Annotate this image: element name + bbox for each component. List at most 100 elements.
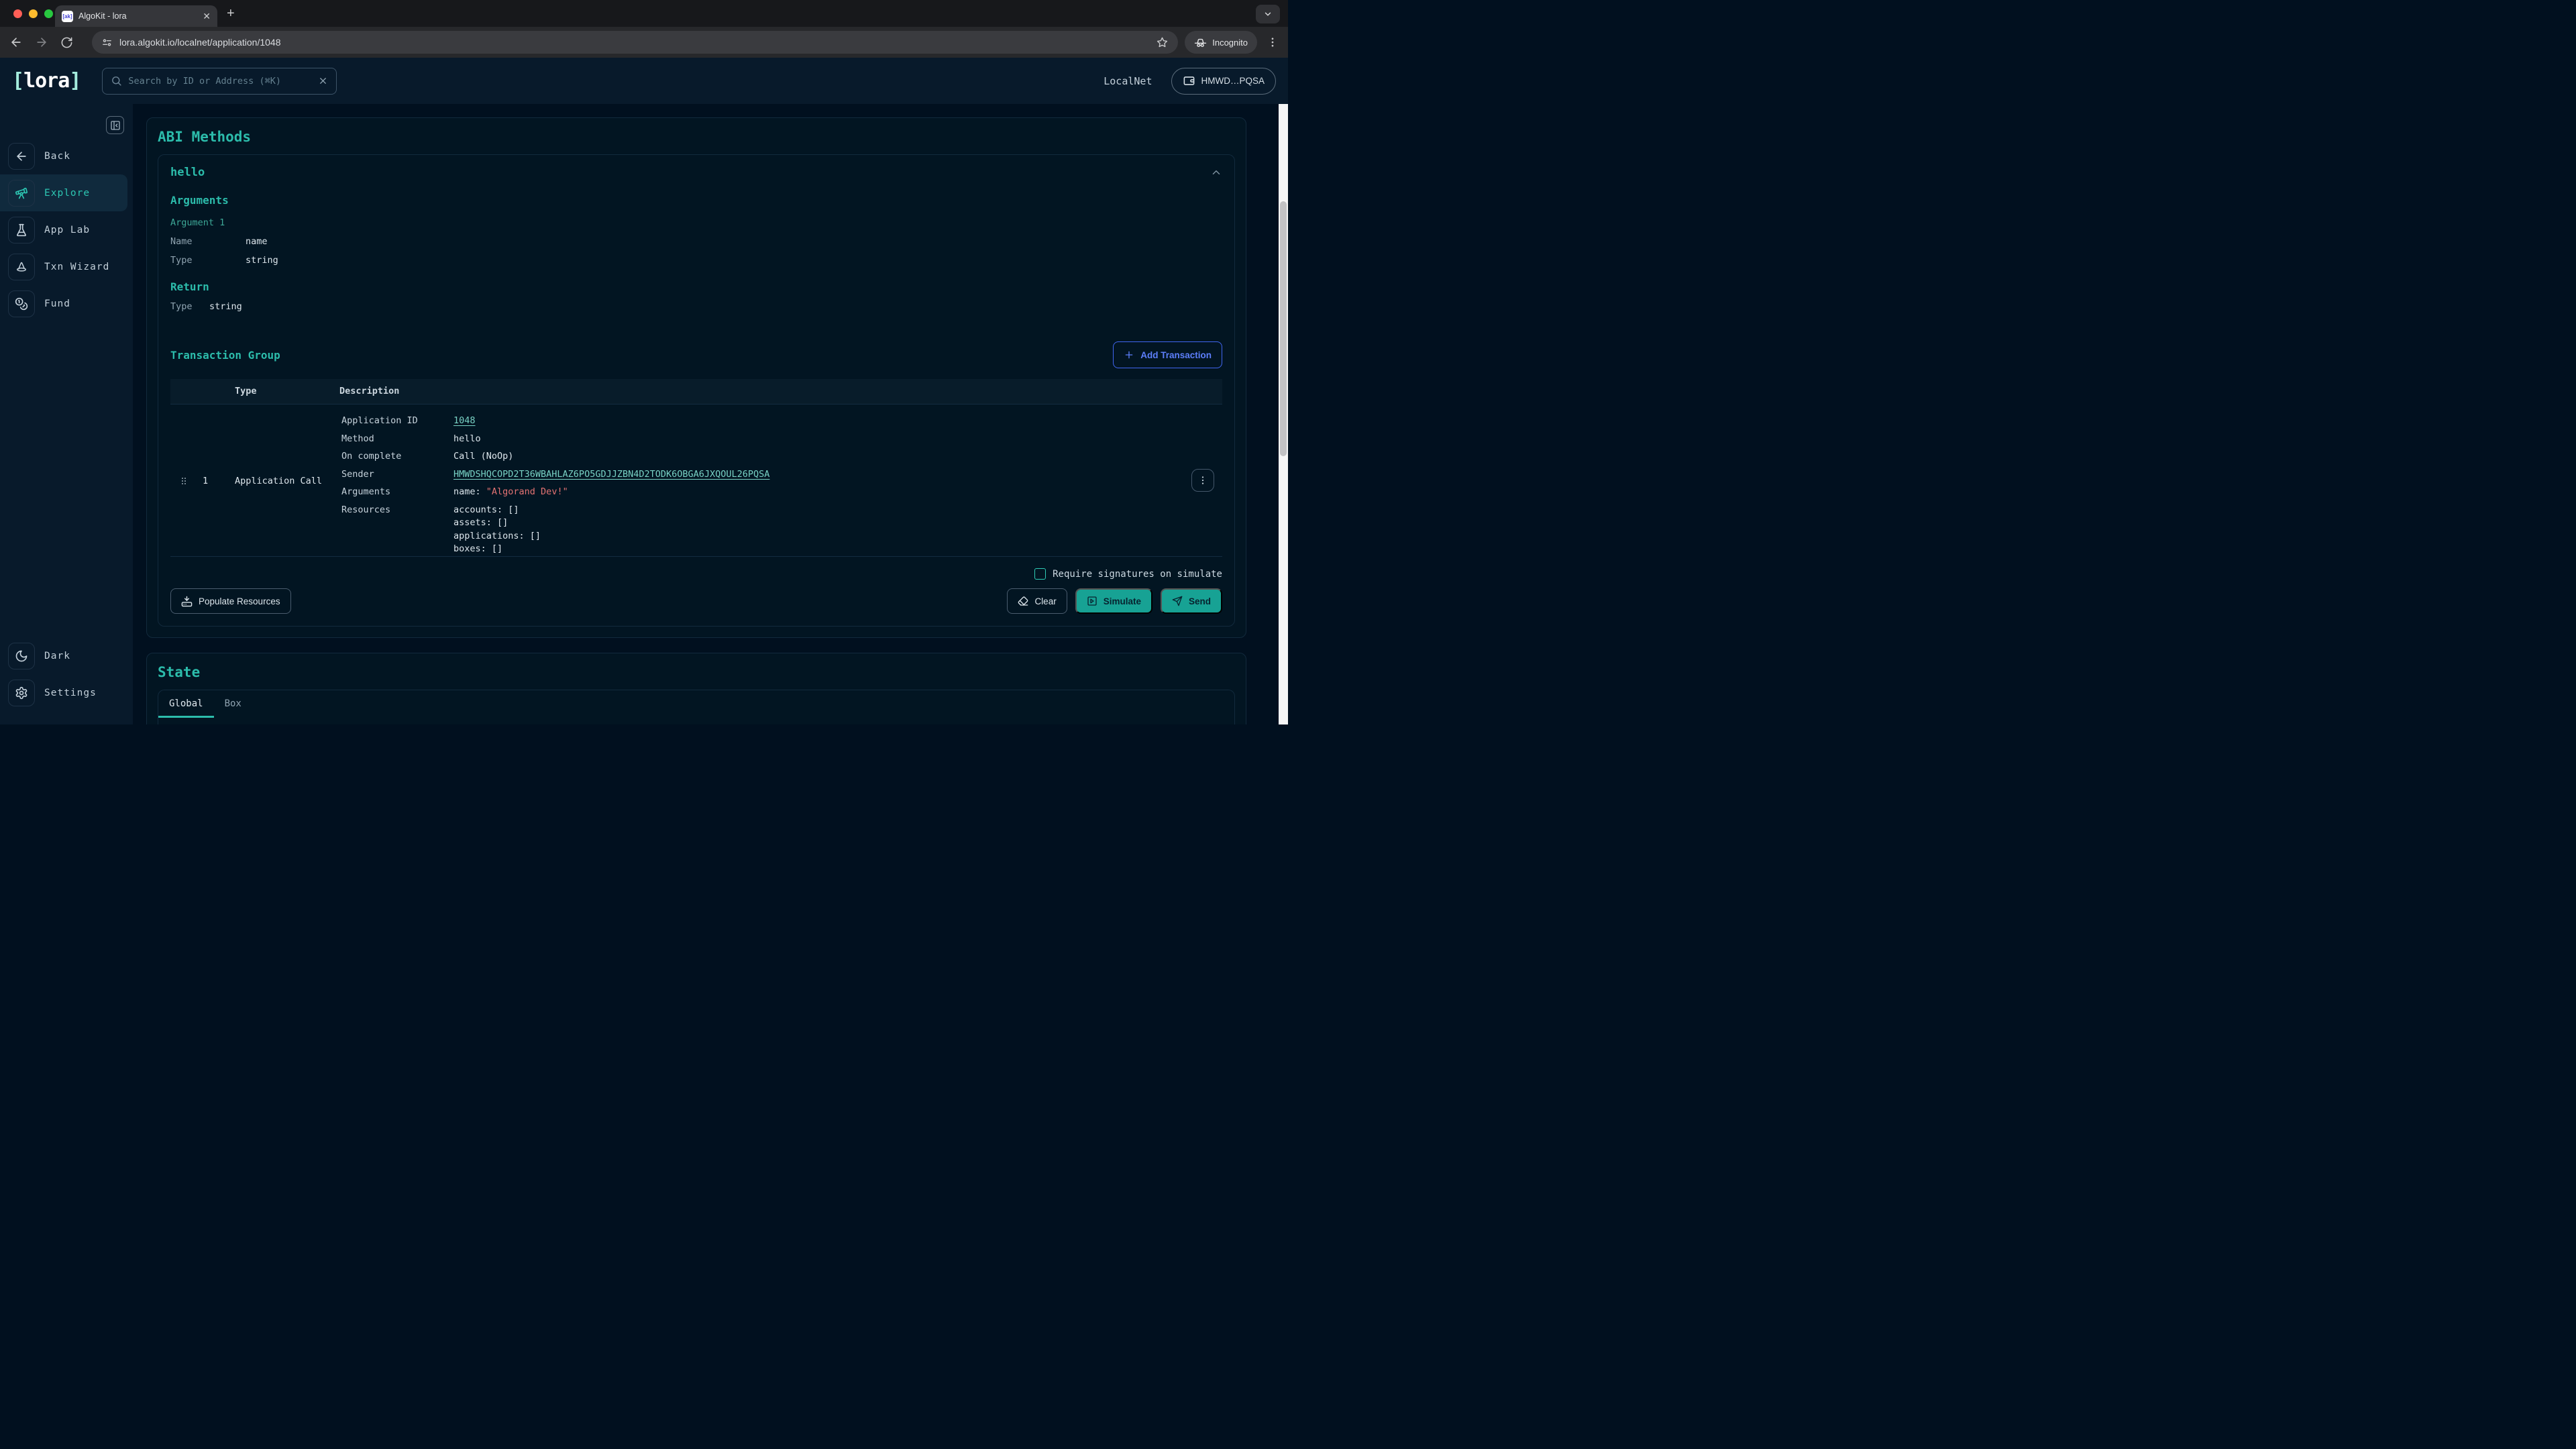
sidebar-item-label: Back xyxy=(44,151,70,162)
tab-search-button[interactable] xyxy=(1256,5,1280,23)
coins-icon xyxy=(8,290,35,317)
search-icon xyxy=(111,75,122,87)
browser-menu-icon[interactable] xyxy=(1267,36,1279,48)
search-box[interactable] xyxy=(102,68,337,95)
row-value: string xyxy=(246,255,278,266)
row-index: 1 xyxy=(203,476,208,486)
clear-search-icon[interactable] xyxy=(318,76,328,86)
bookmark-star-icon[interactable] xyxy=(1156,36,1169,49)
logo-text: lora xyxy=(23,69,69,93)
transaction-table: Type Description 1 Application Call Appl… xyxy=(170,379,1222,557)
search-input[interactable] xyxy=(128,76,312,87)
page-scrollbar[interactable] xyxy=(1279,104,1288,724)
flask-icon xyxy=(8,217,35,244)
sidebar-item-fund[interactable]: Fund xyxy=(0,285,127,322)
field-label: On complete xyxy=(341,451,453,463)
sidebar-item-label: Explore xyxy=(44,188,90,199)
field-label: Arguments xyxy=(341,486,453,498)
row-value: string xyxy=(209,301,242,312)
simulate-button[interactable]: Simulate xyxy=(1075,588,1152,614)
row-menu-button[interactable] xyxy=(1191,469,1214,492)
wallet-address: HMWD…PQSA xyxy=(1201,76,1265,86)
logo-close-bracket: ] xyxy=(69,69,80,93)
add-transaction-button[interactable]: Add Transaction xyxy=(1113,341,1222,368)
browser-tab[interactable]: [ak] AlgoKit - lora ✕ xyxy=(55,5,217,27)
forward-icon[interactable] xyxy=(35,36,48,49)
populate-resources-button[interactable]: Populate Resources xyxy=(170,588,291,614)
field-arguments: Arguments name: "Algorand Dev!" xyxy=(341,486,1135,498)
minimize-window-button[interactable] xyxy=(29,9,38,18)
square-play-icon xyxy=(1087,596,1097,606)
require-signatures-label: Require signatures on simulate xyxy=(1053,569,1222,580)
field-value: hello xyxy=(453,433,481,445)
sidebar-item-label: Fund xyxy=(44,299,70,309)
clear-button[interactable]: Clear xyxy=(1007,588,1067,614)
incognito-icon xyxy=(1194,36,1207,49)
send-button[interactable]: Send xyxy=(1161,588,1222,614)
method-card-hello: hello Arguments Argument 1 Name name Typ… xyxy=(158,154,1235,627)
chevron-up-icon[interactable] xyxy=(1210,166,1222,178)
sidebar-item-app-lab[interactable]: App Lab xyxy=(0,211,127,248)
site-settings-icon[interactable] xyxy=(101,37,113,48)
field-label: Application ID xyxy=(341,415,453,427)
tab-box[interactable]: Box xyxy=(214,690,252,718)
reload-icon[interactable] xyxy=(60,36,73,49)
table-row[interactable]: 1 Application Call Application ID 1048 M… xyxy=(170,405,1222,556)
address-bar[interactable]: lora.algokit.io/localnet/application/104… xyxy=(92,31,1178,54)
sidebar: Back Explore App Lab Txn Wizard xyxy=(0,104,133,724)
url-row: lora.algokit.io/localnet/application/104… xyxy=(0,27,1288,58)
wizard-hat-icon xyxy=(8,254,35,280)
back-icon[interactable] xyxy=(9,36,23,49)
row-value: name xyxy=(246,236,268,247)
sidebar-item-label: Txn Wizard xyxy=(44,262,109,272)
tab-favicon: [ak] xyxy=(62,11,73,22)
clear-label: Clear xyxy=(1034,596,1056,606)
wallet-button[interactable]: HMWD…PQSA xyxy=(1171,68,1277,95)
sidebar-item-txn-wizard[interactable]: Txn Wizard xyxy=(0,248,127,285)
tab-global[interactable]: Global xyxy=(158,690,214,718)
scrollbar-thumb[interactable] xyxy=(1280,201,1287,456)
abi-methods-title: ABI Methods xyxy=(158,129,1235,145)
state-card: State Global Box xyxy=(146,653,1246,724)
more-vertical-icon xyxy=(1197,475,1208,486)
plus-icon xyxy=(1124,350,1134,360)
eraser-icon xyxy=(1018,596,1028,606)
field-label: Sender xyxy=(341,469,453,481)
network-label[interactable]: LocalNet xyxy=(1104,75,1152,87)
drag-handle-icon[interactable] xyxy=(178,475,189,487)
sidebar-item-explore[interactable]: Explore xyxy=(0,174,127,211)
lora-logo[interactable]: [lora] xyxy=(12,69,80,93)
row-label: Name xyxy=(170,236,246,247)
sidebar-item-theme-dark[interactable]: Dark xyxy=(0,637,127,674)
sender-address-link[interactable]: HMWDSHQCOPD2T36WBAHLAZ6PO5GDJJZBN4D2TODK… xyxy=(453,469,769,481)
populate-resources-label: Populate Resources xyxy=(199,596,280,606)
arrow-left-icon xyxy=(8,143,35,170)
row-transaction-type: Application Call xyxy=(235,476,322,486)
sidebar-item-back[interactable]: Back xyxy=(0,138,127,174)
add-transaction-label: Add Transaction xyxy=(1140,350,1212,360)
sidebar-item-label: App Lab xyxy=(44,225,90,235)
main-content: ABI Methods hello Arguments Argument 1 N… xyxy=(133,104,1279,724)
argument-type-row: Type string xyxy=(170,255,1222,266)
require-signatures-checkbox[interactable] xyxy=(1034,568,1046,580)
new-tab-button[interactable]: + xyxy=(227,8,235,19)
tab-close-icon[interactable]: ✕ xyxy=(203,11,211,22)
send-label: Send xyxy=(1189,596,1211,606)
incognito-label: Incognito xyxy=(1212,38,1248,48)
field-label: Resources xyxy=(341,504,453,557)
field-application-id: Application ID 1048 xyxy=(341,415,1135,427)
argument-1-heading: Argument 1 xyxy=(170,217,1222,228)
maximize-window-button[interactable] xyxy=(44,9,53,18)
sidebar-item-label: Settings xyxy=(44,688,97,698)
field-resources: Resources accounts: [] assets: [] applic… xyxy=(341,504,1135,557)
window-controls[interactable] xyxy=(13,9,53,18)
row-label: Type xyxy=(170,301,209,312)
sidebar-collapse-button[interactable] xyxy=(106,116,124,134)
tab-title: AlgoKit - lora xyxy=(78,11,203,21)
close-window-button[interactable] xyxy=(13,9,22,18)
method-header[interactable]: hello xyxy=(170,166,1222,179)
gear-icon xyxy=(8,680,35,706)
application-id-link[interactable]: 1048 xyxy=(453,415,476,427)
arguments-heading: Arguments xyxy=(170,194,1222,207)
sidebar-item-settings[interactable]: Settings xyxy=(0,674,127,711)
